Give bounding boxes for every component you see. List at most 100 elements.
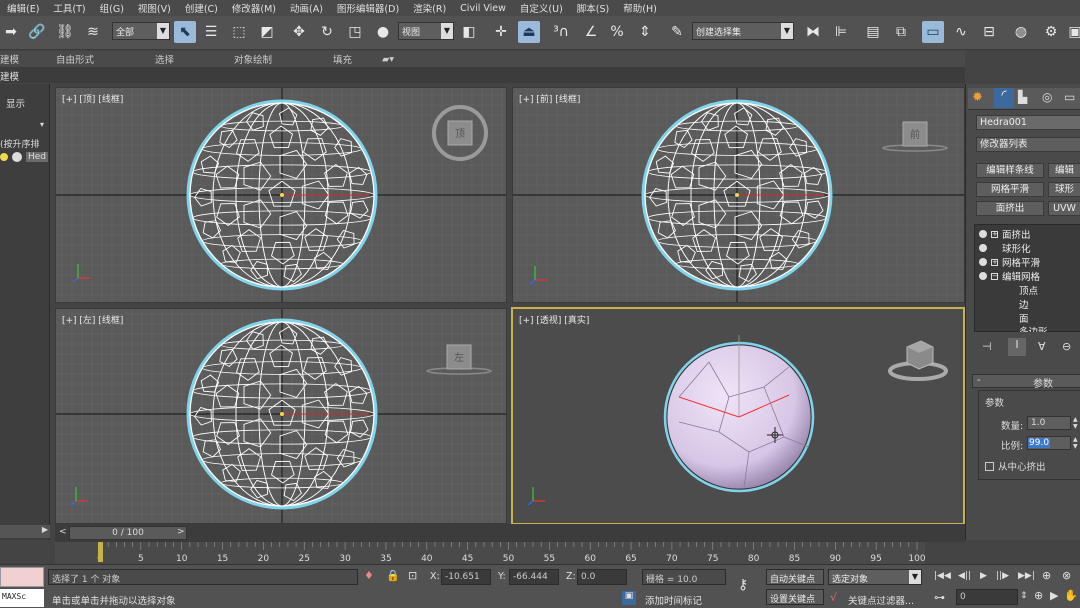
key-filters-button[interactable]: 关键点过滤器... [848, 593, 914, 607]
ribbon-tab-object-paint[interactable]: 对象绘制 [234, 52, 272, 66]
mirror-icon[interactable]: ⧓ [802, 21, 824, 43]
viewport-canvas[interactable]: 顶 [56, 88, 506, 302]
lightbulb-icon[interactable] [979, 230, 987, 238]
maxscript-label[interactable]: MAXSc [0, 589, 44, 607]
track-bar[interactable]: 0510152025303540455055606570758085909510… [55, 542, 925, 564]
select-manipulate-icon[interactable]: ✛ [490, 21, 512, 43]
make-unique-icon[interactable]: ∀ [1038, 340, 1046, 353]
from-center-checkbox[interactable]: 从中心挤出 [985, 459, 1046, 473]
spherify-button[interactable]: 球形 [1048, 182, 1080, 197]
menu-group[interactable]: 组(G) [93, 1, 131, 15]
remove-modifier-icon[interactable]: ⊖ [1062, 340, 1071, 353]
move-icon[interactable]: ✥ [288, 21, 310, 43]
sort-header[interactable]: (按升序排 [0, 137, 40, 150]
sub-object-polygon[interactable]: 多边形 [1019, 324, 1048, 332]
keyboard-shortcut-icon[interactable]: ⏏ [518, 21, 540, 43]
menu-scripting[interactable]: 脚本(S) [570, 1, 616, 15]
rect-selection-icon[interactable]: ⬚ [228, 21, 250, 43]
place-icon[interactable]: ● [372, 21, 394, 43]
create-tab-icon[interactable]: ✹ [972, 90, 983, 105]
lightbulb-icon[interactable] [979, 258, 987, 266]
lock-icon[interactable]: 🔒 [386, 569, 400, 582]
curve-editor-icon[interactable]: ∿ [950, 21, 972, 43]
auto-key-button[interactable]: 自动关键点 [766, 569, 824, 585]
stack-item[interactable]: + 面挤出 [979, 227, 1031, 241]
lightbulb-icon[interactable] [979, 244, 987, 252]
viewport-top[interactable]: 顶 [+] [顶] [线框] [55, 87, 507, 303]
motion-tab-icon[interactable]: ◎ [1042, 90, 1052, 104]
spinner-arrows-icon[interactable]: ▲ ▼ [1073, 416, 1080, 430]
object-name-field[interactable]: Hedra001 [976, 115, 1080, 130]
lightbulb-icon[interactable] [979, 272, 987, 280]
menu-customize[interactable]: 自定义(U) [513, 1, 570, 15]
expand-icon[interactable]: + [991, 258, 998, 266]
viewport-perspective[interactable]: [+] [透视] [真实] [511, 307, 965, 525]
fov-icon[interactable]: ▶ [1050, 589, 1058, 602]
select-by-name-icon[interactable]: ☰ [200, 21, 222, 43]
viewport-front[interactable]: 前 [+] [前] [线框] [512, 87, 965, 303]
window-crossing-icon[interactable]: ◩ [256, 21, 278, 43]
spinner-arrows-icon[interactable]: ⇕ [1020, 591, 1028, 601]
face-extrude-button[interactable]: 面挤出 [976, 201, 1044, 216]
orbit-icon[interactable]: ⊗ [1062, 569, 1071, 582]
display-tab-icon[interactable]: ▭ [1064, 90, 1075, 104]
scene-explorer-icon[interactable]: ⧉ [890, 21, 912, 43]
ribbon-tab-populate[interactable]: 填充 [333, 52, 352, 66]
menu-animation[interactable]: 动画(A) [283, 1, 330, 15]
z-coord-field[interactable]: 0.0 [577, 569, 627, 585]
sub-object-edge[interactable]: 边 [1019, 297, 1029, 311]
time-slider-thumb[interactable]: 0 / 100 [69, 526, 187, 540]
ribbon-tab-freeform[interactable]: 自由形式 [56, 52, 94, 66]
list-item[interactable]: Hed [0, 152, 49, 162]
menu-modifiers[interactable]: 修改器(M) [225, 1, 283, 15]
add-time-tag[interactable]: 添加时间标记 [645, 593, 702, 607]
viewport-label[interactable]: [+] [前] [线框] [519, 92, 580, 105]
key-filter-icon[interactable]: √ [830, 591, 837, 604]
key-mode-icon[interactable]: ⊶ [934, 591, 945, 604]
next-frame-icon[interactable]: ||▶ [996, 571, 1009, 581]
viewcube[interactable]: 前 [882, 121, 948, 152]
time-slider[interactable]: < 0 / 100 > [55, 524, 965, 542]
transform-mode-icon[interactable]: ⊡ [408, 569, 417, 582]
menu-civil-view[interactable]: Civil View [453, 3, 513, 14]
angle-snap-icon[interactable]: ∠ [580, 21, 602, 43]
lightbulb-icon[interactable] [0, 153, 8, 161]
redo-icon[interactable]: ➡ [0, 21, 22, 43]
sub-object-vertex[interactable]: 顶点 [1019, 283, 1038, 297]
arrow-left-icon[interactable]: < [59, 527, 67, 537]
arrow-right-icon[interactable]: ▶ [42, 525, 48, 534]
time-tag-icon[interactable]: ▣ [622, 591, 636, 605]
uvw-button[interactable]: UVW [1048, 201, 1080, 216]
ribbon-subtab-modeling[interactable]: 建模 [0, 69, 19, 83]
viewport-left[interactable]: 左 [+] [左] [线框] [55, 308, 507, 524]
sub-object-face[interactable]: 面 [1019, 311, 1029, 325]
unlink-icon[interactable]: ⛓ [54, 21, 76, 43]
render-frame-icon[interactable]: ▣ [1064, 21, 1080, 43]
expand-icon[interactable]: + [991, 230, 998, 238]
freeze-icon[interactable] [12, 152, 22, 162]
material-editor-icon[interactable]: ◍ [1010, 21, 1032, 43]
ribbon-toggle-icon[interactable]: ▭ [922, 21, 944, 43]
viewport-canvas[interactable] [513, 309, 963, 523]
zoom-icon[interactable]: ⊕ [1034, 589, 1043, 602]
y-coord-field[interactable]: -66.444 [509, 569, 559, 585]
menu-create[interactable]: 创建(C) [178, 1, 225, 15]
scrollbar[interactable]: ▶ [0, 525, 50, 538]
zoom-extents-icon[interactable]: ⊕ [1042, 569, 1051, 582]
x-coord-field[interactable]: -10.651 [441, 569, 491, 585]
stack-item[interactable]: 球形化 [979, 241, 1031, 255]
link-icon[interactable]: 🔗 [26, 21, 48, 43]
display-tab[interactable]: 显示 [6, 96, 25, 110]
spinner-arrows-icon[interactable]: ▲ ▼ [1073, 436, 1080, 450]
prev-frame-icon[interactable]: ◀|| [958, 571, 971, 581]
menu-graph-editors[interactable]: 图形编辑器(D) [330, 1, 406, 15]
scale-spinner[interactable]: 99.0 [1027, 436, 1071, 450]
viewport-canvas[interactable]: 前 [513, 88, 964, 302]
pivot-icon[interactable]: ◧ [458, 21, 480, 43]
checkbox-icon[interactable] [985, 461, 994, 471]
edit-named-sets-icon[interactable]: ✎ [666, 21, 688, 43]
named-selection-dropdown[interactable]: 创建选择集 ▼ [692, 22, 794, 40]
menu-help[interactable]: 帮助(H) [616, 1, 664, 15]
menu-rendering[interactable]: 渲染(R) [406, 1, 453, 15]
align-icon[interactable]: ⊫ [830, 21, 852, 43]
